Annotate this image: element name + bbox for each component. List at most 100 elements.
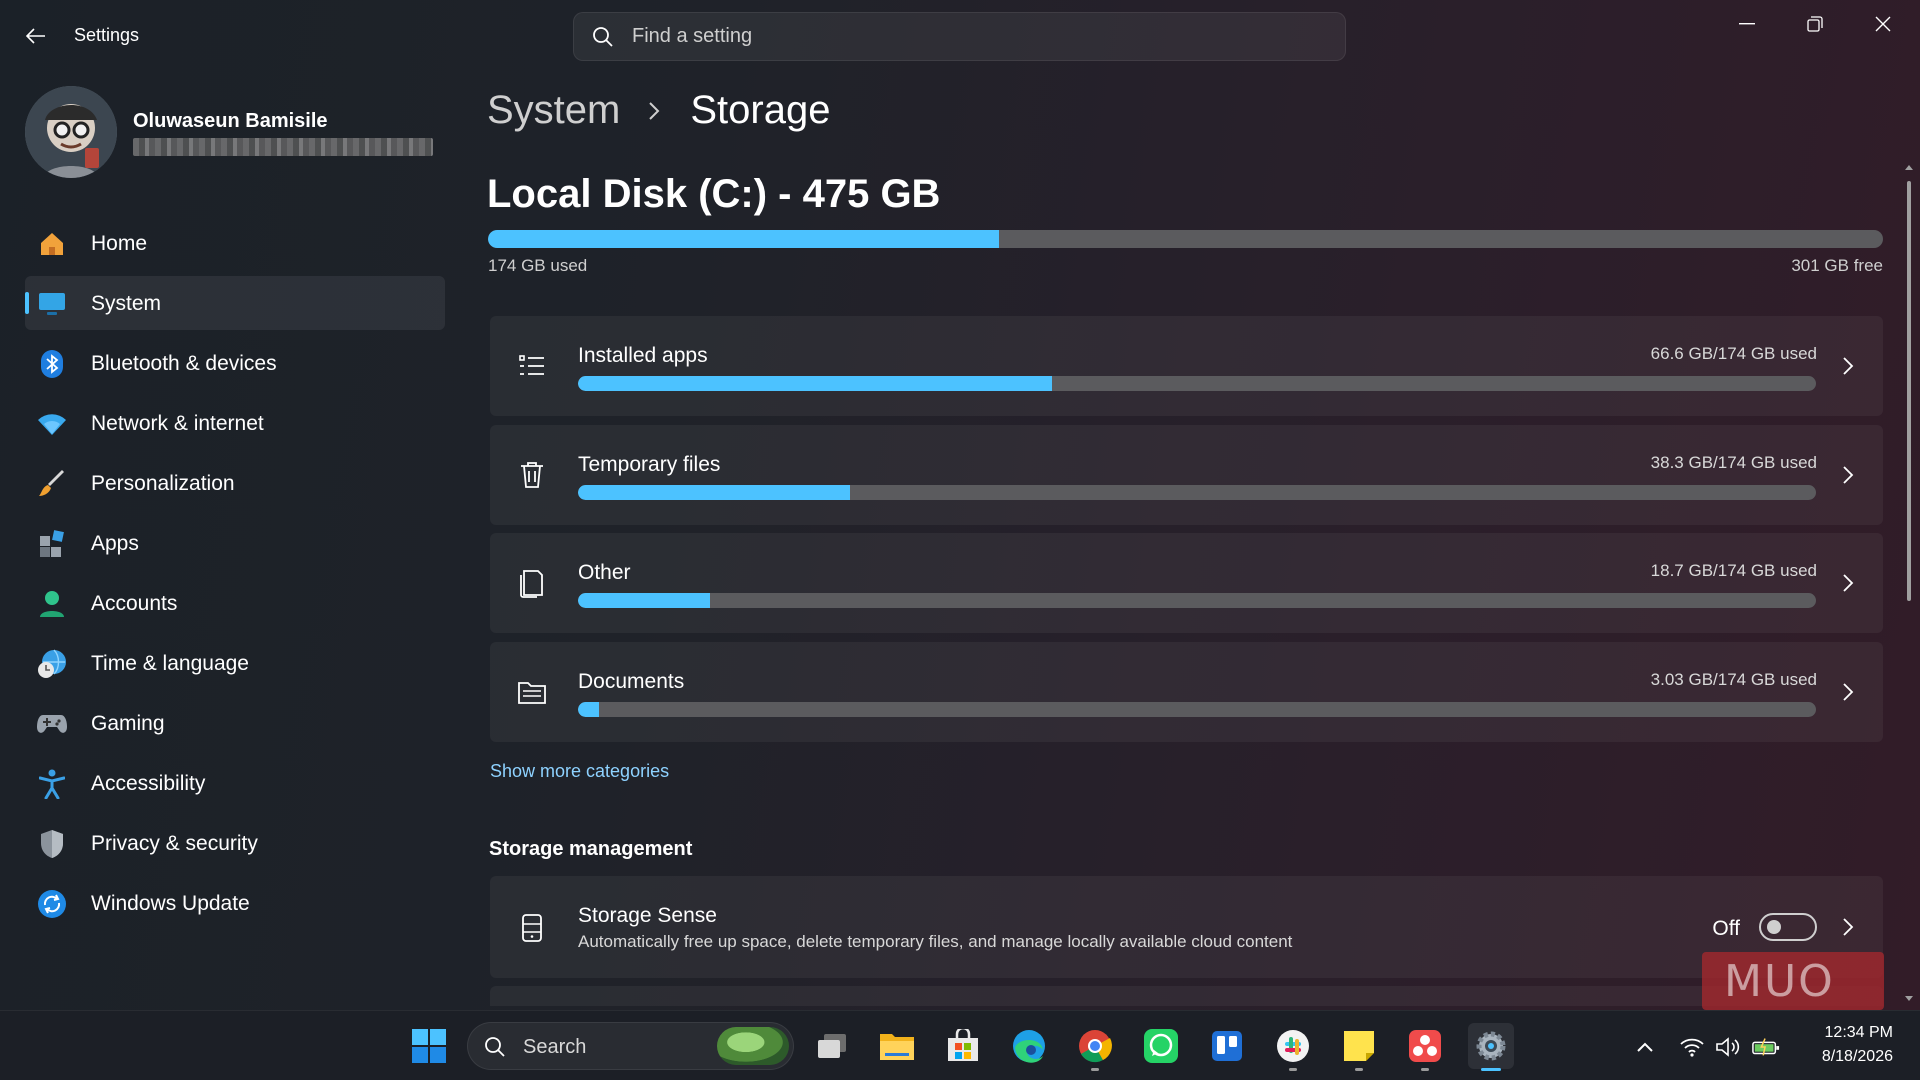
category-name: Documents <box>578 670 685 693</box>
scroll-up-arrow-icon <box>1905 165 1913 170</box>
storage-sense-toggle[interactable] <box>1759 913 1817 941</box>
windows-logo-icon <box>412 1029 446 1063</box>
close-button[interactable] <box>1849 0 1917 48</box>
avatar[interactable] <box>25 86 117 178</box>
slack-icon <box>1277 1030 1309 1062</box>
title-bar: Settings <box>0 0 1920 74</box>
taskbar-search[interactable]: Search <box>467 1022 794 1070</box>
volume-tray-button[interactable] <box>1714 1033 1742 1061</box>
scrollbar-thumb[interactable] <box>1907 181 1911 601</box>
edge-icon <box>1013 1030 1045 1063</box>
system-icon <box>37 289 67 319</box>
chevron-right-icon <box>1843 683 1854 701</box>
whatsapp-button[interactable] <box>1138 1023 1184 1069</box>
store-icon <box>948 1029 978 1061</box>
battery-tray-button[interactable] <box>1752 1033 1780 1061</box>
category-usage: 3.03 GB/174 GB used <box>1650 670 1817 689</box>
gear-icon <box>1476 1031 1506 1061</box>
sticky-notes-icon <box>1344 1031 1374 1061</box>
accessibility-icon <box>37 769 67 799</box>
minimize-icon <box>1739 23 1755 25</box>
brush-icon <box>37 469 67 499</box>
chrome-icon <box>1079 1030 1112 1063</box>
sidebar-item-apps[interactable]: Apps <box>25 516 445 570</box>
chrome-button[interactable] <box>1072 1023 1118 1071</box>
sidebar-item-personalization[interactable]: Personalization <box>25 456 445 510</box>
wifi-icon <box>37 409 67 439</box>
clock[interactable]: 12:34 PM 8/18/2026 <box>1798 1021 1893 1069</box>
clock-time: 12:34 PM <box>1824 1024 1893 1041</box>
category-name: Installed apps <box>578 344 708 367</box>
shield-icon <box>37 829 67 859</box>
sidebar-item-label: Apps <box>91 532 139 555</box>
vertical-scrollbar[interactable] <box>1904 163 1914 1003</box>
sidebar-item-label: System <box>91 292 162 315</box>
task-view-button[interactable] <box>809 1023 855 1069</box>
sidebar-item-time-language[interactable]: Time & language <box>25 636 445 690</box>
show-hidden-icons-button[interactable] <box>1631 1033 1659 1061</box>
page-title: Storage <box>690 88 831 132</box>
back-button[interactable] <box>18 20 54 52</box>
running-indicator <box>1091 1068 1099 1071</box>
settings-app-button[interactable] <box>1468 1023 1514 1071</box>
minimize-button[interactable] <box>1713 0 1781 48</box>
category-other[interactable]: Other 18.7 GB/174 GB used <box>490 533 1883 633</box>
chevron-right-icon <box>648 99 662 123</box>
red-dots-app-icon <box>1409 1030 1441 1062</box>
running-indicator <box>1421 1068 1429 1071</box>
storage-sense-icon <box>522 914 542 942</box>
settings-search-input[interactable] <box>632 25 1292 48</box>
watermark-text: MUO <box>1724 956 1835 1007</box>
next-card-partial[interactable] <box>490 986 1883 1006</box>
back-arrow-icon <box>26 28 45 44</box>
file-explorer-button[interactable] <box>874 1023 920 1069</box>
folder-icon <box>518 682 546 704</box>
microsoft-store-button[interactable] <box>940 1023 986 1069</box>
clock-date: 8/18/2026 <box>1821 1048 1893 1065</box>
whatsapp-icon <box>1144 1029 1178 1063</box>
sidebar-item-windows-update[interactable]: Windows Update <box>25 876 445 930</box>
network-tray-button[interactable] <box>1678 1033 1706 1061</box>
sidebar-item-home[interactable]: Home <box>25 216 445 270</box>
globe-clock-icon <box>37 649 67 679</box>
user-name: Oluwaseun Bamisile <box>133 110 328 132</box>
update-icon <box>37 889 67 919</box>
slack-button[interactable] <box>1270 1023 1316 1071</box>
storage-sense-card[interactable]: Storage Sense Automatically free up spac… <box>490 876 1883 978</box>
sidebar-item-accessibility[interactable]: Accessibility <box>25 756 445 810</box>
category-usage-bar <box>578 485 1816 500</box>
sidebar-item-gaming[interactable]: Gaming <box>25 696 445 750</box>
task-view-icon <box>818 1034 846 1058</box>
chevron-right-icon <box>1843 466 1854 484</box>
sidebar-item-privacy-security[interactable]: Privacy & security <box>25 816 445 870</box>
sidebar-item-label: Time & language <box>91 652 249 675</box>
sidebar-item-accounts[interactable]: Accounts <box>25 576 445 630</box>
restore-button[interactable] <box>1781 0 1849 48</box>
category-temporary-files[interactable]: Temporary files 38.3 GB/174 GB used <box>490 425 1883 525</box>
edge-button[interactable] <box>1006 1023 1052 1069</box>
sidebar-item-bluetooth[interactable]: Bluetooth & devices <box>25 336 445 390</box>
sidebar-item-system[interactable]: System <box>25 276 445 330</box>
disk-used-label: 174 GB used <box>488 256 588 275</box>
sidebar-item-label: Personalization <box>91 472 235 495</box>
category-installed-apps[interactable]: Installed apps 66.6 GB/174 GB used <box>490 316 1883 416</box>
sidebar-item-label: Privacy & security <box>91 832 258 855</box>
breadcrumb-system-link[interactable]: System <box>487 88 620 133</box>
trello-button[interactable] <box>1204 1023 1250 1069</box>
toggle-knob <box>1767 920 1781 934</box>
category-documents[interactable]: Documents 3.03 GB/174 GB used <box>490 642 1883 742</box>
show-more-categories-link[interactable]: Show more categories <box>490 761 669 782</box>
start-button[interactable] <box>406 1023 452 1069</box>
collaboration-app-button[interactable] <box>1402 1023 1448 1071</box>
storage-management-heading: Storage management <box>489 838 693 860</box>
settings-search-box[interactable] <box>573 12 1346 61</box>
category-usage-fill <box>578 702 600 717</box>
category-usage-fill <box>578 593 711 608</box>
disk-title: Local Disk (C:) - 475 GB <box>487 172 941 216</box>
sidebar-item-label: Windows Update <box>91 892 250 915</box>
sticky-notes-button[interactable] <box>1336 1023 1382 1071</box>
breadcrumb: System Storage <box>487 88 830 133</box>
app-title: Settings <box>74 25 140 45</box>
search-icon <box>593 26 613 47</box>
sidebar-item-network[interactable]: Network & internet <box>25 396 445 450</box>
